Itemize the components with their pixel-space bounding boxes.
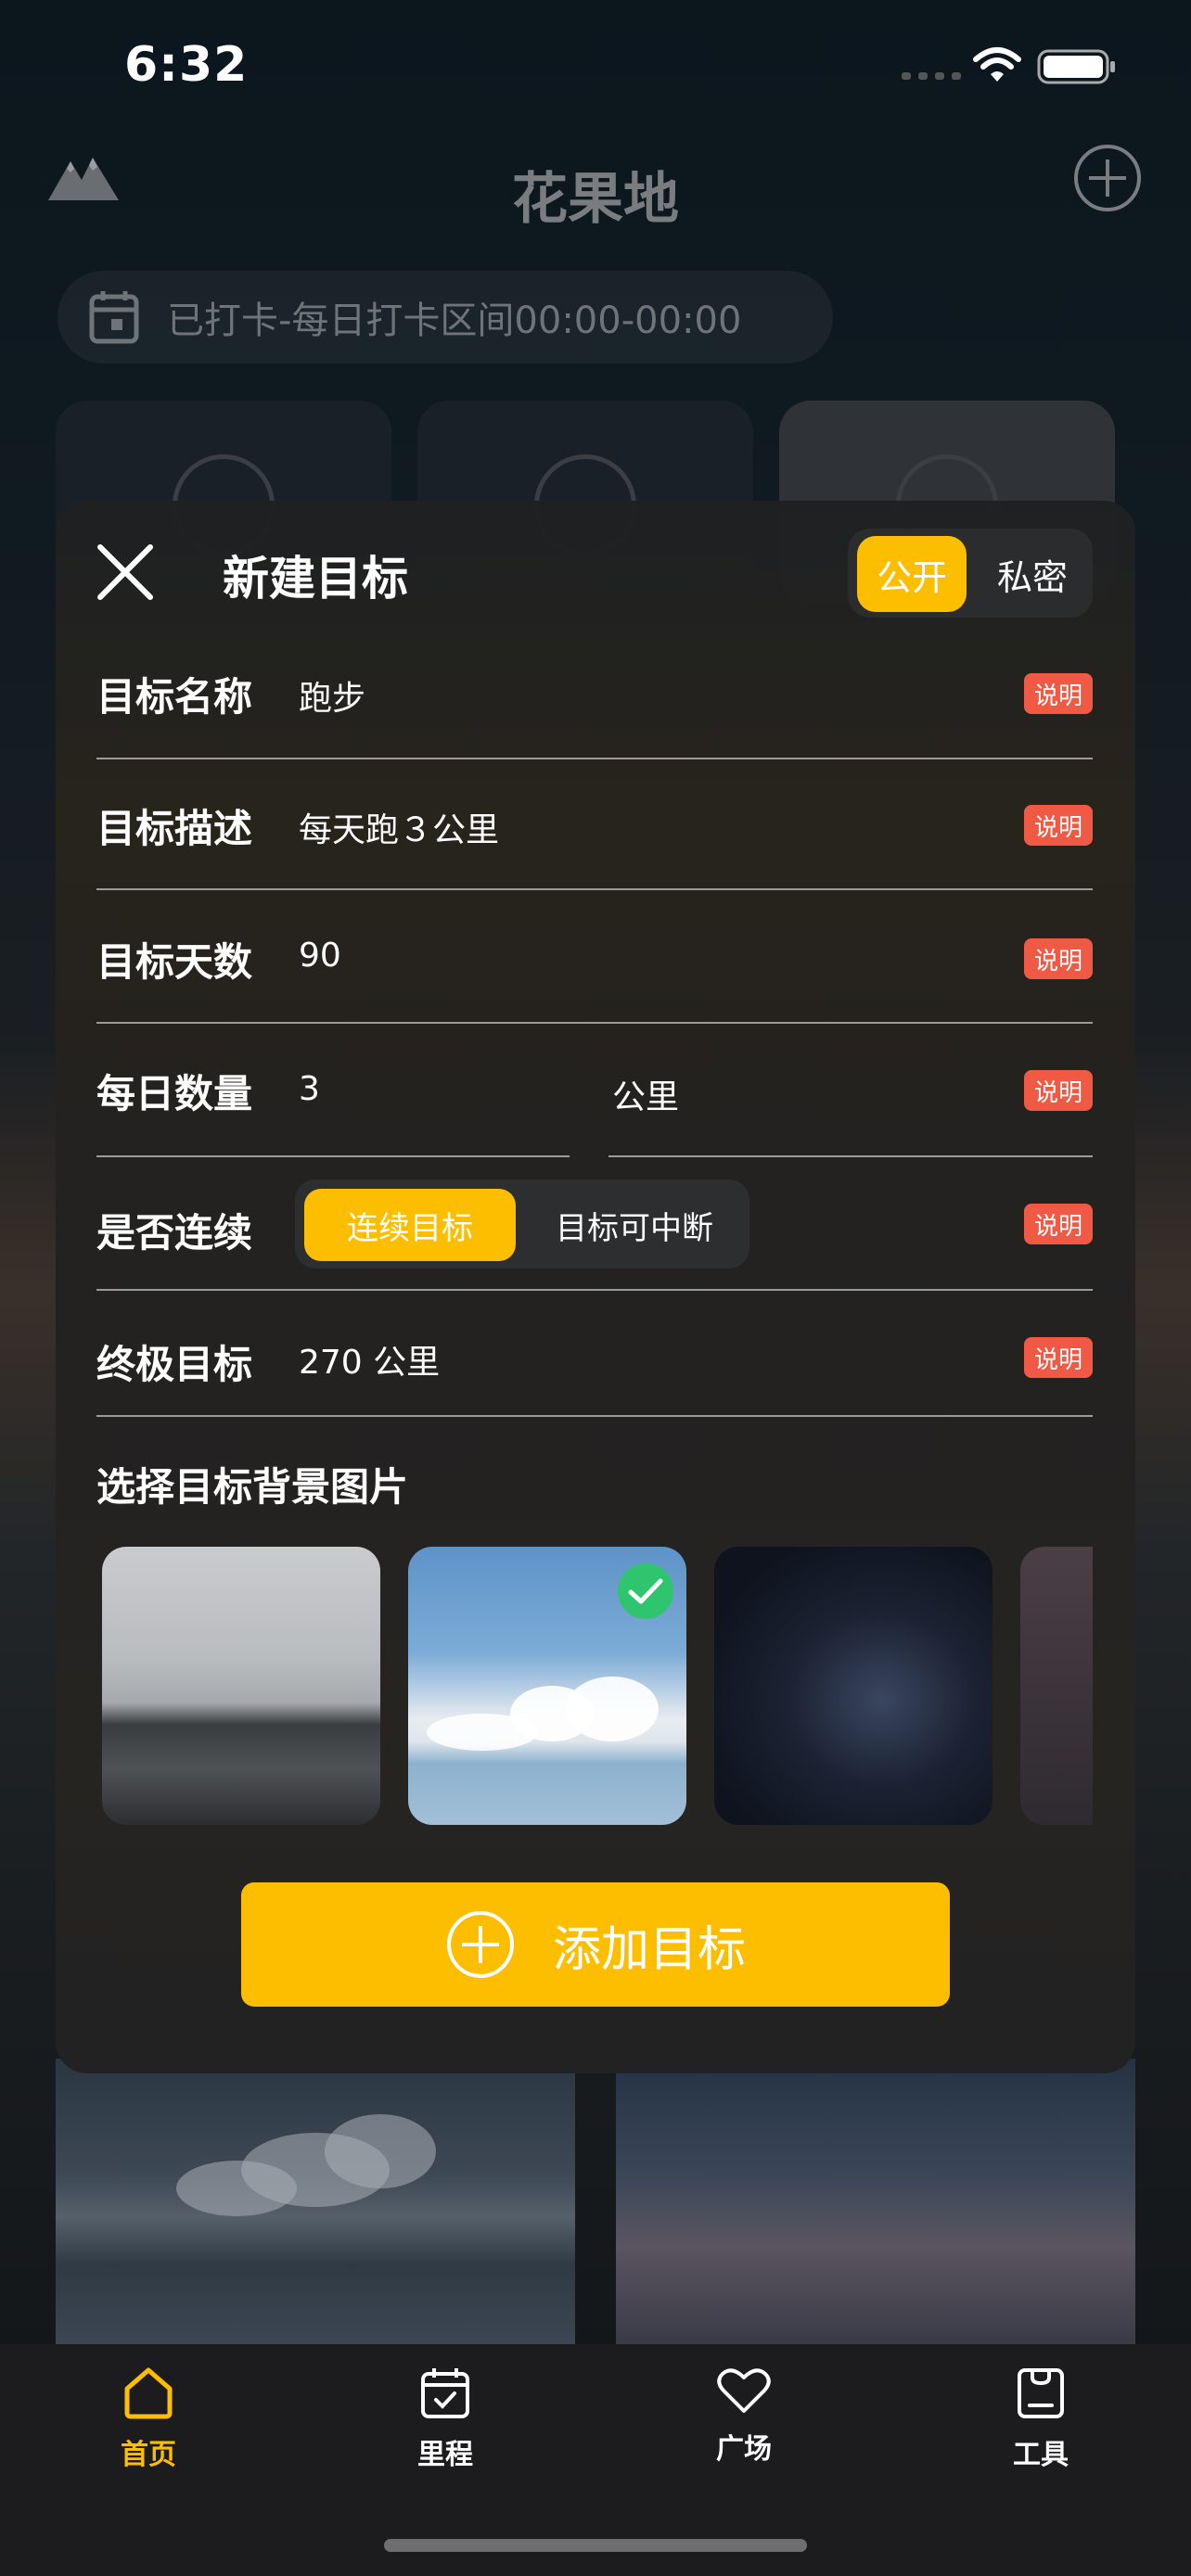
daily-unit-input[interactable]: 公里 (612, 1070, 679, 1118)
tab-tools[interactable]: 工具 (948, 2366, 1133, 2472)
public-option[interactable]: 公开 (857, 536, 967, 612)
battery-icon (1037, 49, 1115, 84)
interruptible-goal-option[interactable]: 目标可中断 (525, 1189, 744, 1261)
home-indicator[interactable] (384, 2539, 807, 2552)
calendar-icon (89, 291, 139, 344)
goal-name-input[interactable]: 跑步 (299, 671, 365, 720)
background-thumbnail-forest[interactable] (102, 1547, 380, 1825)
app-title: 花果地 (512, 167, 679, 232)
tab-label: 广场 (716, 2433, 772, 2466)
daily-amount-label: 每日数量 (96, 1071, 253, 1116)
background-section-title: 选择目标背景图片 (96, 1464, 409, 1510)
hint-badge[interactable]: 说明 (1024, 805, 1093, 846)
wifi-icon (973, 47, 1021, 82)
tab-label: 工具 (1013, 2439, 1069, 2471)
goal-days-label: 目标天数 (96, 939, 253, 985)
heart-icon (717, 2368, 771, 2413)
hint-badge[interactable]: 说明 (1024, 1070, 1093, 1111)
private-option[interactable]: 私密 (978, 536, 1087, 612)
cellular-signal-icon (902, 72, 961, 80)
clipboard-icon (1018, 2368, 1064, 2418)
ultimate-goal-value: 270 公里 (299, 1344, 441, 1382)
goal-name-label: 目标名称 (96, 674, 253, 720)
add-circle-icon (446, 1911, 514, 1978)
add-circle-icon[interactable] (1072, 143, 1143, 213)
goal-description-input[interactable]: 每天跑３公里 (299, 803, 499, 851)
background-thumbnail-partial[interactable] (1020, 1547, 1093, 1825)
divider (96, 758, 1093, 759)
selected-check-icon (618, 1563, 673, 1619)
checkin-status-pill[interactable]: 已打卡-每日打卡区间00:00-00:00 (58, 271, 833, 363)
divider (96, 1415, 1093, 1417)
calendar-check-icon (421, 2368, 469, 2418)
daily-amount-input[interactable]: 3 (299, 1070, 320, 1108)
status-time: 6:32 (124, 37, 249, 93)
goal-card-image[interactable] (56, 2059, 575, 2346)
hint-badge[interactable]: 说明 (1024, 1337, 1093, 1378)
continuous-label: 是否连续 (96, 1210, 253, 1256)
close-icon[interactable] (96, 543, 154, 601)
divider (96, 1155, 570, 1157)
modal-title: 新建目标 (223, 552, 408, 606)
tab-label: 首页 (121, 2439, 176, 2471)
checkin-text: 已打卡-每日打卡区间00:00-00:00 (167, 300, 742, 342)
tab-mileage[interactable]: 里程 (352, 2366, 538, 2472)
divider (96, 1289, 1093, 1291)
divider (96, 888, 1093, 890)
goal-days-input[interactable]: 90 (299, 937, 341, 975)
background-thumbnail-galaxy[interactable] (714, 1547, 992, 1825)
ultimate-goal-label: 终极目标 (96, 1342, 253, 1387)
tab-label: 里程 (417, 2439, 473, 2471)
divider (608, 1155, 1093, 1157)
home-icon (124, 2367, 173, 2419)
tab-square[interactable]: 广场 (651, 2366, 837, 2467)
goal-card-image[interactable] (616, 2059, 1135, 2346)
add-goal-label: 添加目标 (552, 1921, 746, 1978)
divider (96, 1022, 1093, 1024)
goal-description-label: 目标描述 (96, 806, 253, 851)
tab-home[interactable]: 首页 (56, 2366, 241, 2472)
hint-badge[interactable]: 说明 (1024, 1204, 1093, 1244)
continuous-goal-option[interactable]: 连续目标 (304, 1189, 516, 1261)
hint-badge[interactable]: 说明 (1024, 938, 1093, 979)
add-goal-button[interactable]: 添加目标 (241, 1882, 950, 2007)
hint-badge[interactable]: 说明 (1024, 673, 1093, 714)
new-goal-modal (56, 501, 1135, 2073)
